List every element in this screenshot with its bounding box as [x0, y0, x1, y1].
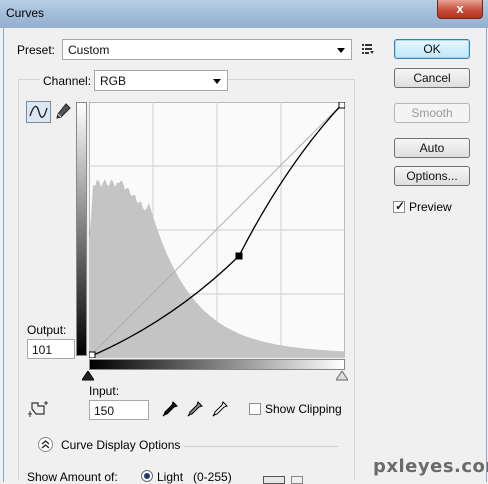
detailed-grid-icon[interactable] — [291, 476, 303, 484]
white-eyedropper-icon[interactable] — [211, 400, 229, 418]
smooth-button[interactable]: Smooth — [394, 103, 470, 123]
show-clipping-label: Show Clipping — [265, 402, 342, 416]
curve-control-point[interactable] — [88, 351, 96, 359]
auto-button[interactable]: Auto — [394, 138, 470, 158]
black-eyedropper-icon[interactable] — [161, 400, 179, 418]
output-label: Output: — [27, 323, 67, 337]
input-gradient-bar — [89, 359, 345, 370]
options-button[interactable]: Options... — [394, 166, 470, 186]
ok-button[interactable]: OK — [394, 39, 470, 59]
channel-label: Channel: — [40, 74, 95, 88]
preset-select[interactable]: Custom — [62, 39, 352, 60]
output-field[interactable]: 101 — [27, 339, 75, 359]
output-gradient-bar — [76, 102, 87, 356]
watermark: pxleyes.com — [373, 456, 488, 477]
expand-toggle-icon[interactable] — [38, 437, 53, 452]
input-value: 150 — [94, 404, 115, 418]
show-clipping-checkbox[interactable] — [249, 403, 261, 415]
preview-checkbox[interactable]: ✓ — [393, 199, 406, 213]
curve-control-point[interactable] — [338, 101, 346, 109]
curve-graph[interactable] — [88, 101, 346, 359]
cancel-button[interactable]: Cancel — [394, 68, 470, 88]
white-point-slider[interactable] — [335, 370, 349, 381]
channel-value: RGB — [100, 74, 127, 88]
output-value: 101 — [32, 343, 53, 357]
curve-tool-icon[interactable] — [26, 101, 51, 123]
input-field[interactable]: 150 — [89, 400, 149, 420]
curve-display-options-label: Curve Display Options — [61, 438, 181, 452]
simple-grid-icon[interactable] — [263, 476, 285, 484]
target-adjust-icon[interactable] — [28, 399, 52, 419]
gray-eyedropper-icon[interactable] — [186, 400, 204, 418]
divider — [184, 446, 338, 447]
checkmark-icon: ✓ — [395, 199, 406, 213]
pencil-tool-icon[interactable] — [54, 102, 72, 122]
preview-label: Preview — [409, 200, 452, 214]
preset-label: Preset: — [17, 43, 56, 57]
black-point-slider[interactable] — [81, 370, 95, 381]
title-bar — [0, 0, 488, 28]
chevron-down-icon — [337, 48, 345, 53]
light-radio[interactable] — [141, 470, 153, 482]
channel-select[interactable]: RGB — [94, 70, 228, 91]
input-label: Input: — [89, 384, 120, 398]
curve-control-point[interactable] — [235, 252, 243, 260]
preset-options-icon[interactable] — [361, 42, 375, 56]
close-button[interactable]: x — [437, 0, 483, 19]
chevron-down-icon — [213, 79, 221, 84]
radio-dot-icon — [144, 473, 150, 479]
preset-value: Custom — [68, 43, 110, 57]
window-title: Curves — [6, 6, 45, 20]
